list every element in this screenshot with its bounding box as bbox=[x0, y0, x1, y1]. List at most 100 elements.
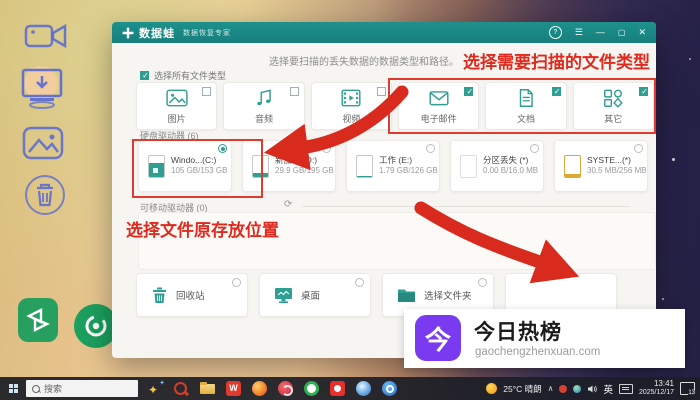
annotation-middle-text: 选择文件原存放位置 bbox=[126, 216, 279, 241]
sparkle-icon[interactable]: ✦ ✦ bbox=[148, 381, 163, 396]
location-label: 选择文件夹 bbox=[424, 288, 472, 302]
drive-system-radio[interactable] bbox=[634, 144, 643, 153]
weather-sun-icon[interactable] bbox=[486, 383, 497, 394]
file-type-email[interactable]: 电子邮件 bbox=[398, 82, 479, 130]
drive-name: 分区丢失 (*) bbox=[483, 155, 538, 166]
other-checkbox[interactable] bbox=[639, 87, 648, 96]
star-decor bbox=[689, 58, 691, 60]
document-checkbox[interactable] bbox=[552, 87, 561, 96]
taskbar-search[interactable]: 搜索 bbox=[26, 380, 138, 397]
select-all-label: 选择所有文件类型 bbox=[154, 69, 226, 82]
drive-usage: 0.00 B/16.0 MB bbox=[483, 166, 538, 176]
audio-icon bbox=[253, 88, 275, 108]
drive-e[interactable]: 工作 (E:) 1.79 GB/126 GB bbox=[346, 140, 440, 192]
file-type-other[interactable]: 其它 bbox=[573, 82, 654, 130]
refresh-icon[interactable]: ⟳ bbox=[284, 200, 292, 210]
file-type-document[interactable]: 文档 bbox=[485, 82, 566, 130]
drives-row: Windo...(C:) 105 GB/153 GB 新加卷 (D:) 29.9… bbox=[138, 140, 648, 192]
red-app-icon[interactable] bbox=[330, 381, 345, 396]
globe-browser-icon[interactable] bbox=[356, 381, 371, 396]
location-desktop[interactable]: 桌面 bbox=[259, 273, 371, 317]
drive-lost-radio[interactable] bbox=[530, 144, 539, 153]
hot-list-badge-icon: 今 bbox=[415, 315, 461, 361]
drive-icon bbox=[356, 155, 373, 178]
blue-circle-app-icon[interactable] bbox=[382, 381, 397, 396]
desktop-radio[interactable] bbox=[355, 278, 364, 287]
titlebar[interactable]: 数据蛙 数据恢复专家 ? ☰ — ▢ ✕ bbox=[112, 22, 656, 43]
notification-center-icon[interactable]: 13 bbox=[680, 382, 695, 395]
recycle-trash-icon[interactable] bbox=[24, 174, 66, 221]
file-type-image[interactable]: 图片 bbox=[136, 82, 217, 130]
close-button[interactable]: ✕ bbox=[638, 28, 646, 37]
input-language-indicator[interactable]: 英 bbox=[603, 382, 613, 396]
desktop: 数据蛙 数据恢复专家 ? ☰ — ▢ ✕ 选择要扫描的丢失数据的数据类型和路径。… bbox=[0, 0, 700, 400]
green-suite-app-icon[interactable] bbox=[18, 298, 58, 342]
recycle-bin-icon bbox=[151, 286, 168, 304]
minimize-button[interactable]: — bbox=[596, 28, 605, 37]
hot-list-title: 今日热榜 bbox=[474, 316, 562, 346]
email-checkbox[interactable] bbox=[464, 87, 473, 96]
hot-list-card[interactable]: 今 今日热榜 gaochengzhenxuan.com bbox=[404, 309, 685, 368]
choose-folder-radio[interactable] bbox=[478, 278, 487, 287]
search-app-icon[interactable] bbox=[174, 381, 189, 396]
divider bbox=[302, 206, 630, 207]
drive-usage: 105 GB/153 GB bbox=[171, 166, 227, 176]
volume-icon[interactable] bbox=[587, 384, 597, 394]
recycle-bin-radio[interactable] bbox=[232, 278, 241, 287]
file-type-audio[interactable]: 音频 bbox=[223, 82, 304, 130]
annotation-top-text: 选择需要扫描的文件类型 bbox=[463, 48, 650, 73]
file-type-label: 文档 bbox=[486, 112, 565, 125]
location-recycle-bin[interactable]: 回收站 bbox=[136, 273, 248, 317]
audio-checkbox[interactable] bbox=[290, 87, 299, 96]
green-square-logo bbox=[18, 298, 58, 342]
drive-d[interactable]: 新加卷 (D:) 29.9 GB/195 GB bbox=[242, 140, 336, 192]
drive-icon bbox=[460, 155, 477, 178]
file-type-label: 图片 bbox=[137, 112, 216, 125]
window-controls: ? ☰ — ▢ ✕ bbox=[549, 26, 646, 39]
drive-system[interactable]: SYSTE...(*) 30.5 MB/256 MB bbox=[554, 140, 648, 192]
app-logo-icon bbox=[122, 27, 134, 39]
image-checkbox[interactable] bbox=[202, 87, 211, 96]
select-all-checkbox[interactable] bbox=[140, 71, 149, 80]
taskbar-clock[interactable]: 13:41 2025/12/17 bbox=[639, 379, 674, 398]
drive-c-radio[interactable] bbox=[218, 144, 227, 153]
screen-download-icon[interactable] bbox=[20, 64, 64, 110]
windows-logo-icon bbox=[9, 384, 18, 393]
drive-lost-partition[interactable]: 分区丢失 (*) 0.00 B/16.0 MB bbox=[450, 140, 544, 192]
select-all-row[interactable]: 选择所有文件类型 bbox=[140, 69, 226, 82]
image-viewer-icon[interactable] bbox=[22, 126, 64, 165]
tray-expand-icon[interactable]: ∧ bbox=[548, 384, 554, 393]
start-button[interactable] bbox=[0, 384, 26, 393]
taskbar-apps: ✦ ✦ W bbox=[148, 381, 397, 396]
file-type-video[interactable]: 视频 bbox=[311, 82, 392, 130]
menu-button[interactable]: ☰ bbox=[575, 28, 583, 37]
touch-keyboard-icon[interactable] bbox=[619, 384, 633, 394]
clock-time: 13:41 bbox=[654, 379, 674, 389]
star-decor bbox=[662, 298, 664, 300]
search-icon bbox=[32, 385, 40, 393]
file-explorer-icon[interactable] bbox=[200, 381, 215, 396]
browser-swirl-icon[interactable] bbox=[278, 381, 293, 396]
hot-list-domain: gaochengzhenxuan.com bbox=[475, 346, 600, 358]
wps-icon[interactable]: W bbox=[226, 381, 241, 396]
firefox-icon[interactable] bbox=[252, 381, 267, 396]
drive-name: 工作 (E:) bbox=[379, 155, 438, 166]
drive-d-radio[interactable] bbox=[322, 144, 331, 153]
sparkle-glyph: ✦ bbox=[148, 383, 158, 397]
video-recorder-icon[interactable] bbox=[24, 22, 68, 55]
video-checkbox[interactable] bbox=[377, 87, 386, 96]
weather-text[interactable]: 25°C 晴朗 bbox=[503, 383, 541, 395]
drive-e-radio[interactable] bbox=[426, 144, 435, 153]
camera-icon bbox=[24, 22, 68, 50]
instruction-text: 选择要扫描的丢失数据的数据类型和路径。 bbox=[269, 53, 459, 68]
drive-c[interactable]: Windo...(C:) 105 GB/153 GB bbox=[138, 140, 232, 192]
system-tray: 25°C 晴朗 ∧ 英 13:41 2025/12/17 13 bbox=[486, 379, 700, 398]
tray-globe-icon[interactable] bbox=[573, 385, 581, 393]
green-ring-app-icon[interactable] bbox=[304, 381, 319, 396]
clock-date: 2025/12/17 bbox=[639, 389, 674, 398]
tray-red-icon[interactable] bbox=[559, 385, 567, 393]
help-button[interactable]: ? bbox=[549, 26, 562, 39]
desktop-icon bbox=[274, 286, 293, 304]
file-type-label: 视频 bbox=[312, 112, 391, 125]
maximize-button[interactable]: ▢ bbox=[618, 29, 626, 37]
